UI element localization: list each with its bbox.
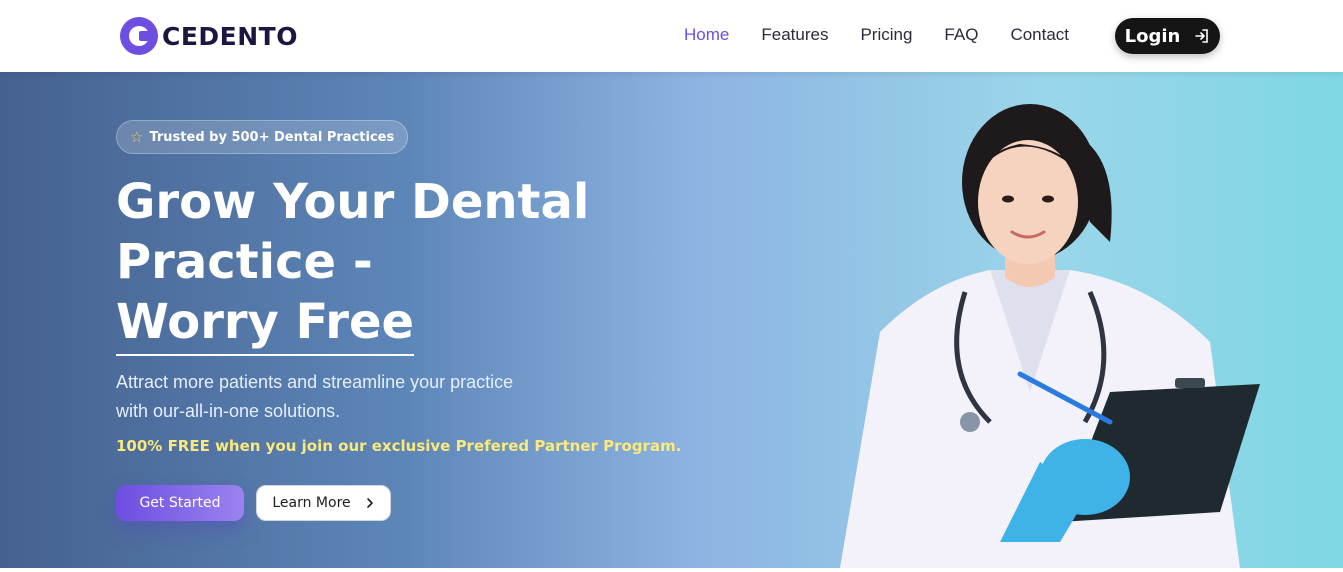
headline-line-1: Grow Your Dental — [116, 174, 590, 230]
nav-contact[interactable]: Contact — [1010, 25, 1069, 45]
nav-home[interactable]: Home — [684, 25, 729, 45]
login-button[interactable]: Login — [1115, 18, 1220, 54]
learn-more-label: Learn More — [272, 495, 351, 511]
trust-badge-text: Trusted by 500+ Dental Practices — [149, 129, 395, 145]
login-label: Login — [1124, 25, 1181, 47]
login-arrow-icon — [1195, 29, 1209, 43]
trust-badge: ☆ Trusted by 500+ Dental Practices — [116, 120, 409, 154]
learn-more-button[interactable]: Learn More — [256, 485, 391, 521]
brand-name: CEDENTO — [162, 21, 298, 51]
nav-pricing[interactable]: Pricing — [860, 25, 912, 45]
get-started-button[interactable]: Get Started — [116, 485, 244, 521]
logo-mark-icon — [120, 17, 158, 55]
nav-faq[interactable]: FAQ — [944, 25, 978, 45]
headline-line-3: Worry Free — [116, 292, 415, 356]
star-icon: ☆ — [130, 128, 144, 146]
brand-logo[interactable]: CEDENTO — [120, 17, 298, 55]
chevron-right-icon — [366, 498, 373, 508]
promo-text: 100% FREE when you join our exclusive Pr… — [116, 437, 682, 455]
nav-features[interactable]: Features — [761, 25, 828, 45]
hero-headline: Grow Your Dental Practice - Worry Free — [116, 172, 589, 356]
main-nav: Home Features Pricing FAQ Contact — [684, 25, 1069, 45]
headline-line-2: Practice - — [116, 234, 373, 290]
hero-section: ☆ Trusted by 500+ Dental Practices Grow … — [0, 72, 1343, 568]
hero-subtext: Attract more patients and streamline you… — [116, 372, 514, 421]
site-header: CEDENTO Home Features Pricing FAQ Contac… — [0, 0, 1343, 72]
doctor-image — [840, 104, 1260, 568]
get-started-label: Get Started — [139, 495, 221, 511]
